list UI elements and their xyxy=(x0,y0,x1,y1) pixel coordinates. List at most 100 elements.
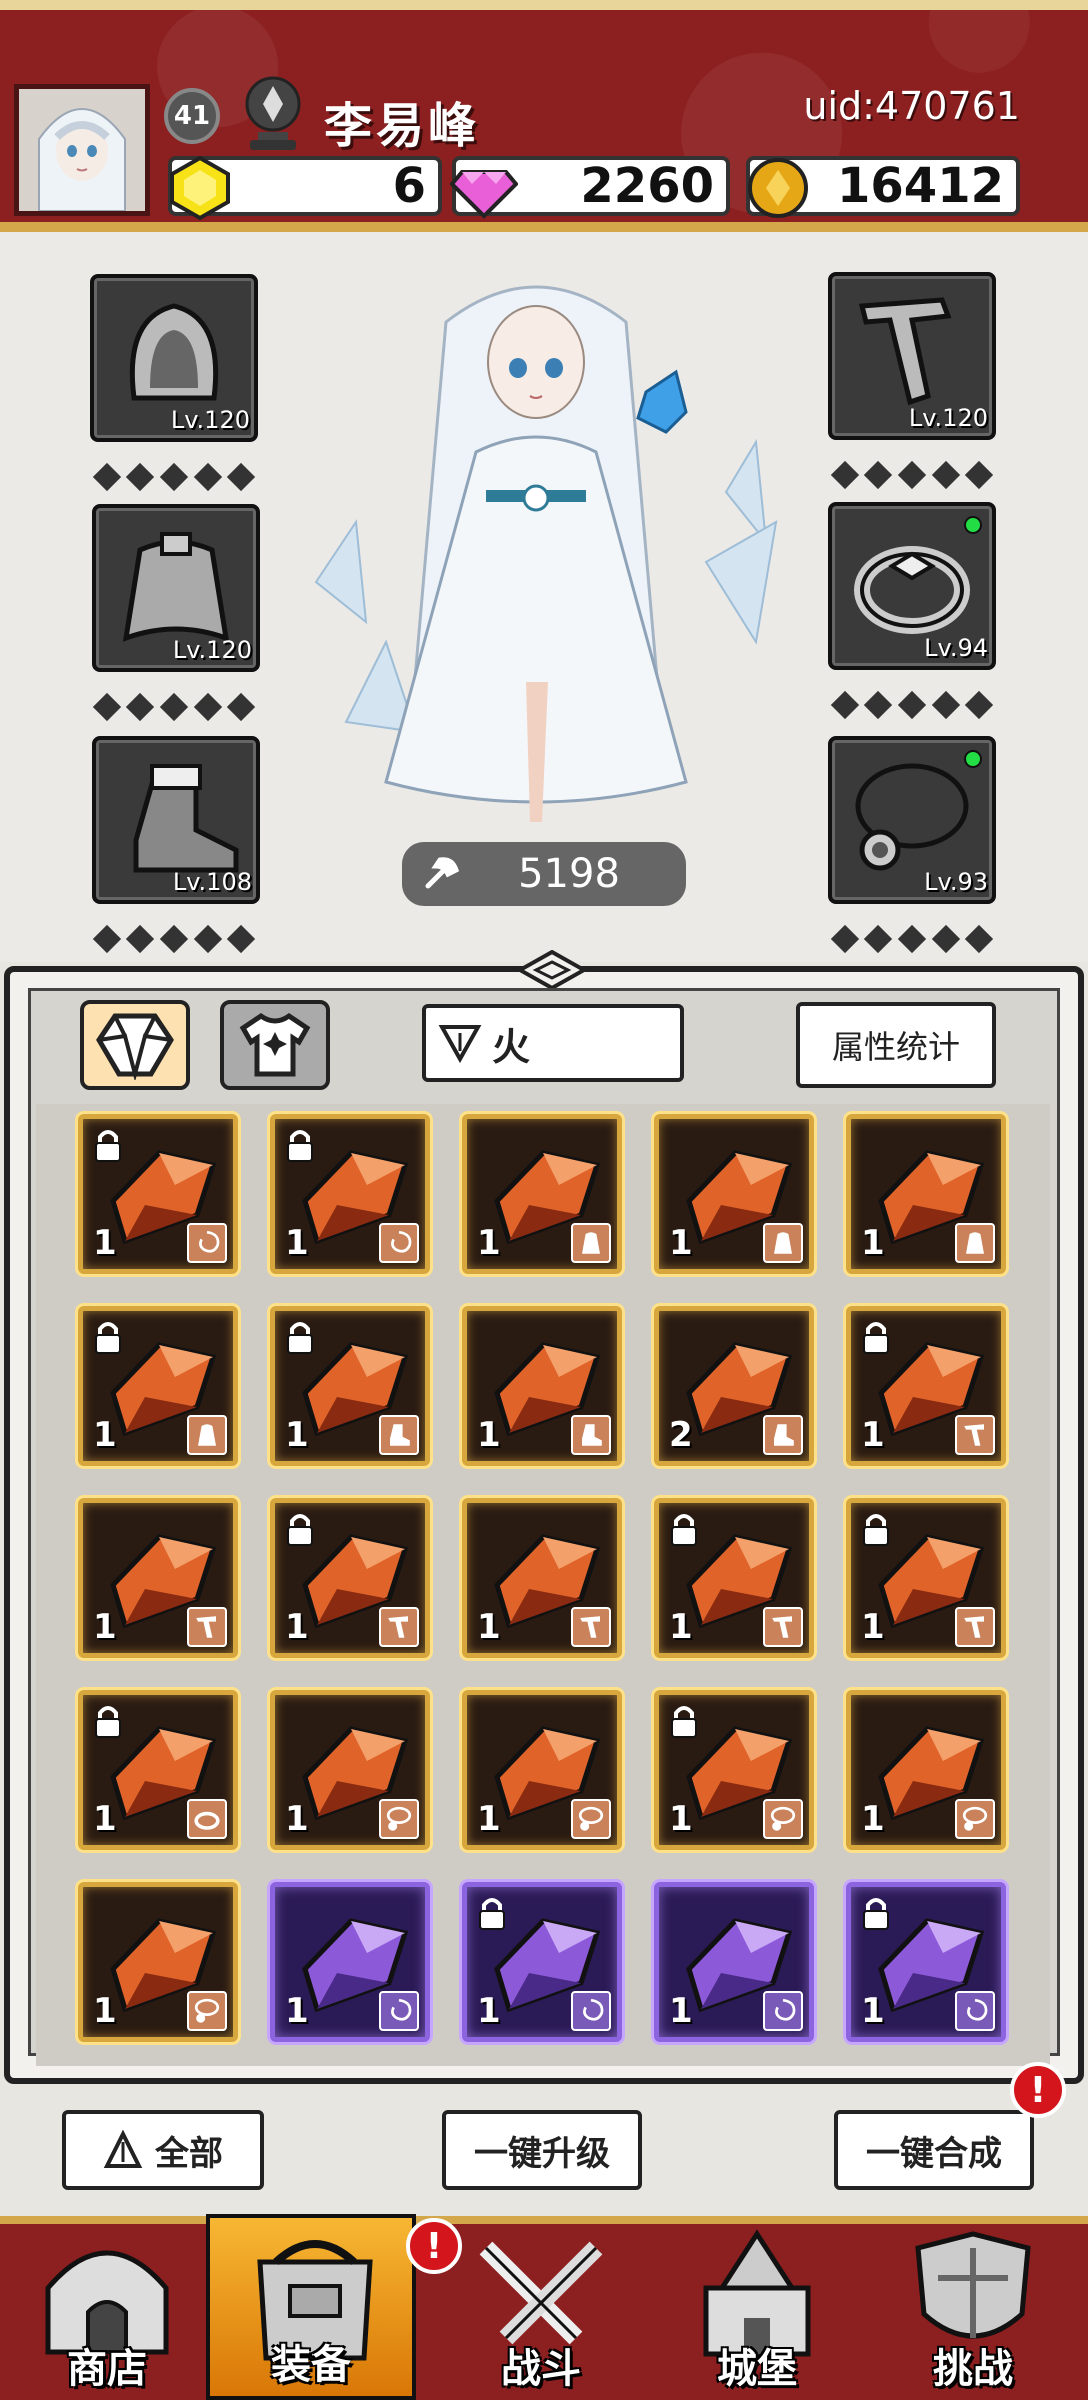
cape-slot-type-icon xyxy=(187,1415,227,1455)
equip-slot-helmet[interactable]: Lv.120 xyxy=(90,274,258,442)
inventory-item-cell[interactable]: 1 xyxy=(78,1498,238,1658)
lock-icon xyxy=(95,1706,121,1738)
tab-gems[interactable] xyxy=(80,1000,190,1090)
item-quantity: 2 xyxy=(669,1415,693,1455)
equip-level: Lv.120 xyxy=(170,406,250,434)
nav-challenge[interactable]: 挑战 xyxy=(868,2224,1078,2400)
nav-label: 装备 xyxy=(271,2342,351,2388)
inventory-item-cell[interactable]: 1 xyxy=(270,1498,430,1658)
lock-icon xyxy=(287,1514,313,1546)
lock-icon xyxy=(95,1130,121,1162)
inventory-item-cell[interactable]: 1 xyxy=(846,1114,1006,1274)
inventory-item-cell[interactable]: 1 xyxy=(270,1882,430,2042)
player-avatar[interactable] xyxy=(14,84,150,216)
item-quantity: 1 xyxy=(861,1223,885,1263)
item-quantity: 1 xyxy=(93,1223,117,1263)
item-quantity: 1 xyxy=(285,1991,309,2031)
lock-icon xyxy=(863,1514,889,1546)
equip-level: Lv.120 xyxy=(908,404,988,432)
inventory-item-cell[interactable]: 1 xyxy=(846,1882,1006,2042)
inventory-item-cell[interactable]: 1 xyxy=(654,1498,814,1658)
gem-counter[interactable]: 6 xyxy=(168,156,442,220)
yellow-gem-icon xyxy=(170,156,230,220)
inventory-item-cell[interactable]: 2 xyxy=(654,1306,814,1466)
inventory-item-cell[interactable]: 1 xyxy=(462,1114,622,1274)
gold-coin-icon xyxy=(748,158,808,218)
inventory-item-cell[interactable]: 1 xyxy=(846,1690,1006,1850)
nav-label: 战斗 xyxy=(501,2346,581,2392)
weapon-slot-type-icon xyxy=(955,1607,995,1647)
inventory-item-cell[interactable]: 1 xyxy=(654,1114,814,1274)
lock-icon xyxy=(95,1322,121,1354)
equip-level: Lv.120 xyxy=(172,636,252,664)
inventory-item-cell[interactable]: 1 xyxy=(270,1306,430,1466)
gem-outline-icon xyxy=(96,1013,174,1080)
filter-label: 火 xyxy=(492,1024,531,1069)
swirl-slot-type-icon xyxy=(955,1991,995,2031)
item-quantity: 1 xyxy=(477,1607,501,1647)
equip-slot-boots[interactable]: Lv.108 xyxy=(92,736,260,904)
inventory-item-cell[interactable]: 1 xyxy=(78,1882,238,2042)
shirt-icon xyxy=(239,1012,311,1077)
inventory-item-cell[interactable]: 1 xyxy=(78,1690,238,1850)
diamond-icon xyxy=(450,170,518,219)
equip-slot-armor[interactable]: Lv.120 xyxy=(92,504,260,672)
inventory-item-cell[interactable]: 1 xyxy=(270,1114,430,1274)
nav-equipment[interactable]: 装备 xyxy=(206,2214,416,2400)
star-rating xyxy=(828,460,996,490)
item-quantity: 1 xyxy=(477,1415,501,1455)
tab-equipment[interactable] xyxy=(220,1000,330,1090)
filter-all-button[interactable]: 全部 xyxy=(62,2110,264,2190)
inventory-item-cell[interactable]: 1 xyxy=(462,1306,622,1466)
star-rating xyxy=(90,462,258,492)
inventory-item-cell[interactable]: 1 xyxy=(846,1306,1006,1466)
weapon-slot-type-icon xyxy=(763,1607,803,1647)
merge-all-button[interactable]: 一键合成 xyxy=(834,2110,1034,2190)
equip-slot-ring[interactable]: Lv.94 xyxy=(828,502,996,670)
item-quantity: 1 xyxy=(669,1799,693,1839)
equip-level: Lv.94 xyxy=(924,634,988,662)
item-quantity: 1 xyxy=(861,1799,885,1839)
swirl-slot-type-icon xyxy=(763,1991,803,2031)
coin-counter[interactable]: 16412 xyxy=(746,156,1020,218)
attribute-stats-button[interactable]: 属性统计 xyxy=(796,1002,996,1088)
item-quantity: 1 xyxy=(669,1223,693,1263)
item-quantity: 1 xyxy=(93,1991,117,2031)
inventory-item-cell[interactable]: 1 xyxy=(846,1498,1006,1658)
inventory-item-cell[interactable]: 1 xyxy=(78,1306,238,1466)
lock-icon xyxy=(287,1322,313,1354)
swirl-slot-type-icon xyxy=(379,1991,419,2031)
nav-battle[interactable]: 战斗 xyxy=(436,2224,646,2400)
filter-all-label: 全部 xyxy=(155,2133,223,2174)
swirl-slot-type-icon xyxy=(571,1991,611,2031)
coin-count: 16412 xyxy=(837,158,1004,214)
lock-icon xyxy=(287,1130,313,1162)
item-quantity: 1 xyxy=(285,1799,309,1839)
element-filter-dropdown[interactable]: 火 xyxy=(422,1004,684,1082)
inventory-item-cell[interactable]: 1 xyxy=(462,1498,622,1658)
lock-icon xyxy=(671,1514,697,1546)
boot-slot-type-icon xyxy=(379,1415,419,1455)
inventory-item-cell[interactable]: 1 xyxy=(270,1690,430,1850)
nav-shop[interactable]: 商店 xyxy=(2,2224,212,2400)
nav-castle[interactable]: 城堡 xyxy=(652,2224,862,2400)
inventory-item-cell[interactable]: 1 xyxy=(78,1114,238,1274)
star-rating xyxy=(90,924,258,954)
weapon-slot-type-icon xyxy=(187,1607,227,1647)
necklace-slot-type-icon xyxy=(571,1799,611,1839)
necklace-slot-type-icon xyxy=(763,1799,803,1839)
upgrade-all-button[interactable]: 一键升级 xyxy=(442,2110,642,2190)
inventory-item-cell[interactable]: 1 xyxy=(462,1882,622,2042)
inventory-item-cell[interactable]: 1 xyxy=(654,1882,814,2042)
cape-slot-type-icon xyxy=(955,1223,995,1263)
star-rating xyxy=(828,690,996,720)
diamond-counter[interactable]: 2260 xyxy=(450,156,730,219)
trophy-icon[interactable] xyxy=(238,74,308,154)
equip-slot-weapon[interactable]: Lv.120 xyxy=(828,272,996,440)
lock-icon xyxy=(671,1706,697,1738)
merge-alert-badge: ! xyxy=(1010,2062,1066,2118)
cape-slot-type-icon xyxy=(571,1223,611,1263)
inventory-item-cell[interactable]: 1 xyxy=(654,1690,814,1850)
inventory-item-cell[interactable]: 1 xyxy=(462,1690,622,1850)
equip-slot-necklace[interactable]: Lv.93 xyxy=(828,736,996,904)
